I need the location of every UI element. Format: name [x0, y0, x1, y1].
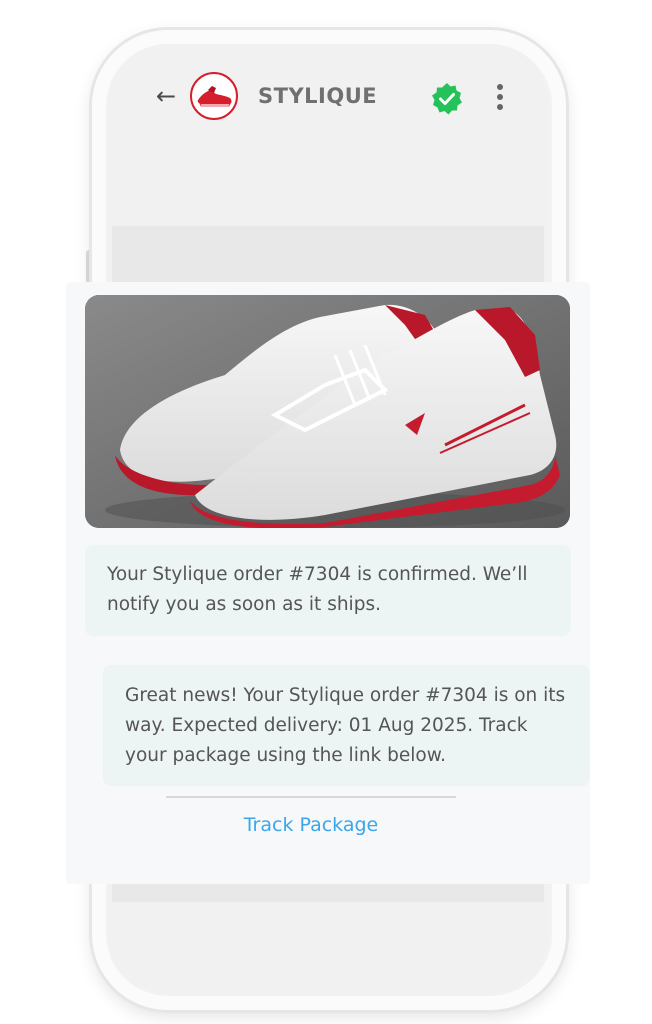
back-arrow-icon[interactable]: ←: [156, 81, 176, 111]
sneaker-logo-icon: [197, 86, 232, 107]
more-vertical-icon[interactable]: [496, 84, 504, 112]
shipping-message: Great news! Your Stylique order #7304 is…: [103, 665, 590, 786]
brand-avatar[interactable]: [190, 72, 238, 120]
verified-check-icon: [432, 83, 462, 115]
track-package-link[interactable]: Track Package: [66, 814, 556, 836]
message-card: Your Stylique order #7304 is confirmed. …: [66, 282, 590, 884]
brand-name: STYLIQUE: [258, 84, 378, 108]
confirmation-message: Your Stylique order #7304 is confirmed. …: [85, 545, 571, 636]
divider: [166, 796, 456, 798]
product-image: [85, 295, 570, 528]
sneakers-illustration: [85, 295, 570, 528]
